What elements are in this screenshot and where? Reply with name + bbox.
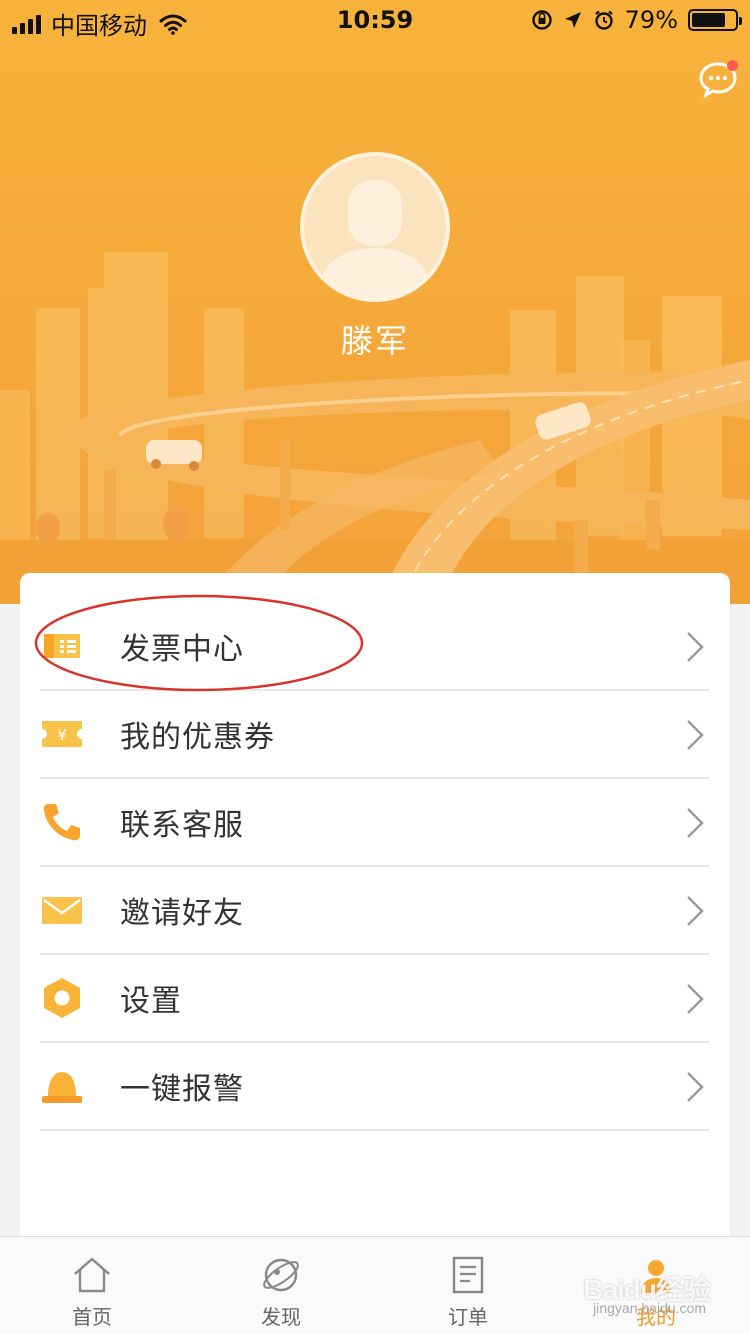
svg-text:¥: ¥ <box>57 726 67 744</box>
menu-item-label: 设置 <box>120 984 182 1019</box>
tab-orders[interactable]: 订单 <box>398 1237 538 1334</box>
unread-dot <box>727 60 738 71</box>
envelope-icon <box>40 888 84 932</box>
menu-item-label: 我的优惠券 <box>120 720 275 755</box>
default-user-icon <box>318 180 432 298</box>
planet-icon <box>263 1258 299 1292</box>
menu-item-label: 一键报警 <box>120 1072 244 1107</box>
username[interactable]: 滕军 <box>0 316 750 362</box>
chevron-right-icon <box>687 984 704 1014</box>
home-icon <box>74 1257 110 1293</box>
location-arrow-icon <box>564 12 581 28</box>
chevron-right-icon <box>687 720 704 750</box>
chevron-right-icon <box>687 1072 704 1102</box>
chevron-right-icon <box>687 808 704 838</box>
alarm-bell-icon <box>40 1064 84 1108</box>
settings-hexagon-icon <box>40 976 84 1020</box>
profile-header: 中国移动 10:59 79% 滕军 <box>0 0 750 604</box>
tab-discover[interactable]: 发现 <box>211 1237 351 1334</box>
chevron-right-icon <box>687 632 704 662</box>
battery-icon <box>688 9 742 31</box>
menu-item-invoice-center[interactable]: 发票中心 <box>40 603 710 691</box>
phone-icon <box>40 800 84 844</box>
city-illustration <box>0 252 750 604</box>
message-button[interactable] <box>698 60 738 99</box>
status-bar: 中国移动 10:59 79% <box>0 0 750 40</box>
watermark-url: jingyan.baidu.com <box>593 1300 706 1316</box>
menu-item-label: 邀请好友 <box>120 896 244 931</box>
battery-percent: 79% <box>624 6 678 34</box>
menu-item-customer-service[interactable]: 联系客服 <box>40 779 710 867</box>
orientation-lock-icon <box>531 10 552 30</box>
menu-item-emergency-alarm[interactable]: 一键报警 <box>40 1043 710 1131</box>
menu-card: 发票中心 ¥ 我的优惠券 联系客服 邀请好友 设置 一键报警 <box>20 573 730 1253</box>
tab-home[interactable]: 首页 <box>22 1237 162 1334</box>
order-icon <box>452 1256 484 1294</box>
avatar[interactable] <box>300 152 450 302</box>
tab-label: 订单 <box>448 1305 488 1329</box>
alarm-clock-icon <box>594 10 613 30</box>
menu-item-coupons[interactable]: ¥ 我的优惠券 <box>40 691 710 779</box>
invoice-icon <box>40 624 84 668</box>
coupon-icon: ¥ <box>40 712 84 756</box>
menu-item-settings[interactable]: 设置 <box>40 955 710 1043</box>
tab-label: 首页 <box>72 1305 112 1329</box>
tab-label: 发现 <box>261 1305 301 1329</box>
menu-item-invite-friends[interactable]: 邀请好友 <box>40 867 710 955</box>
chevron-right-icon <box>687 896 704 926</box>
menu-item-label: 发票中心 <box>120 632 244 667</box>
menu-item-label: 联系客服 <box>120 808 244 843</box>
